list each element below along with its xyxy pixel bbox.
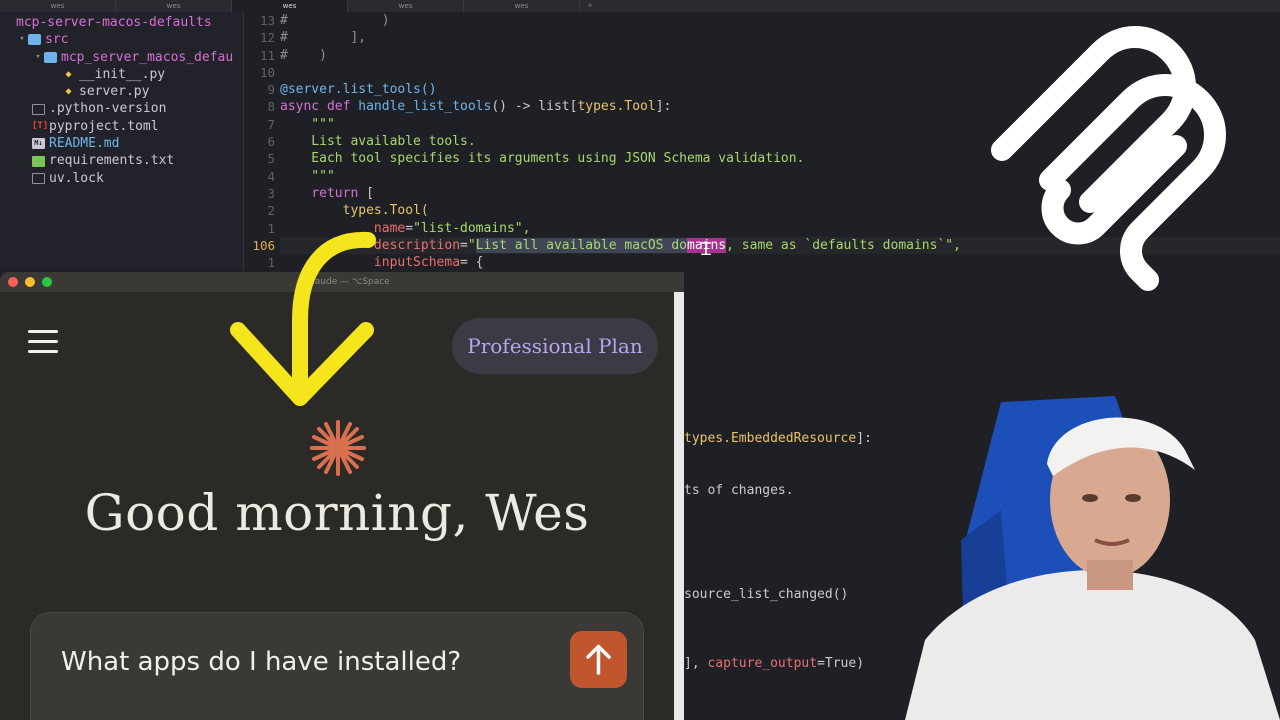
tree-folder-label: src (45, 32, 69, 48)
prompt-input-box[interactable]: What apps do I have installed? (30, 612, 644, 720)
editor-tab[interactable]: wes (0, 0, 116, 12)
tree-file-requirements[interactable]: requirements.txt (0, 152, 243, 169)
minimize-window-button[interactable] (25, 277, 35, 287)
code-line[interactable]: source_list_changed() (684, 586, 848, 603)
lock-file-icon (32, 172, 45, 184)
code-token: async (280, 99, 320, 115)
folder-icon (28, 34, 41, 46)
scrollbar[interactable] (674, 292, 684, 720)
tree-file-init[interactable]: ◆ __init__.py (0, 66, 243, 83)
code-token: "list-domains", (413, 220, 531, 236)
new-tab-icon[interactable]: + (580, 0, 600, 12)
line-number: 8 (267, 99, 275, 115)
tree-file-label: server.py (79, 84, 150, 100)
code-token: capture_output (707, 656, 818, 671)
tree-file-label: README.md (49, 136, 120, 152)
close-window-button[interactable] (8, 277, 18, 287)
line-number: 10 (259, 64, 275, 80)
selected-text[interactable]: List all available macOS do (475, 237, 687, 253)
code-token: () -> list[ (491, 99, 578, 115)
code-token: ], (684, 656, 708, 671)
code-token: types.EmbeddedResource (684, 431, 857, 446)
line-number: 13 (259, 13, 275, 28)
code-token: def (326, 99, 351, 115)
line-number: 3 (267, 185, 275, 201)
code-token: , same as `defaults domains`", (726, 237, 961, 253)
plan-badge[interactable]: Professional Plan (452, 318, 658, 374)
tree-folder-src[interactable]: ▾ src (0, 31, 243, 48)
arrow-up-icon (586, 644, 611, 675)
file-tree: mcp-server-macos-defaults ▾ src ▾ mcp_se… (0, 12, 244, 270)
python-file-icon: ◆ (65, 69, 72, 81)
tree-file-readme[interactable]: M↓ README.md (0, 135, 243, 152)
tree-file-python-version[interactable]: .python-version (0, 100, 243, 117)
tree-root-label: mcp-server-macos-defaults (16, 15, 212, 30)
line-number: 2 (267, 203, 275, 219)
greeting-heading: Good morning, Wes (84, 484, 590, 542)
line-number: 5 (267, 151, 275, 167)
editor-tab-bar: wes wes wes wes wes + (0, 0, 1280, 12)
file-icon (32, 103, 45, 115)
code-token: inputSchema (373, 255, 461, 271)
tree-file-label: .python-version (49, 101, 167, 117)
line-number: 4 (267, 168, 275, 184)
editor-tab[interactable]: wes (348, 0, 464, 12)
code-token: handle_list_tools (358, 99, 492, 115)
line-number: 7 (267, 116, 275, 132)
line-number: 12 (259, 30, 275, 46)
annotation-arrow-icon (230, 231, 376, 406)
code-token: ]: (856, 431, 872, 446)
text-cursor-icon: Ɪ (700, 239, 711, 260)
code-token: name (373, 220, 406, 236)
tree-root[interactable]: mcp-server-macos-defaults (0, 14, 243, 31)
tree-file-uvlock[interactable]: uv.lock (0, 170, 243, 187)
line-number: 6 (267, 134, 275, 150)
editor-tab-active[interactable]: wes (232, 0, 348, 12)
tree-file-server[interactable]: ◆ server.py (0, 83, 243, 100)
tree-file-pyproject[interactable]: [T] pyproject.toml (0, 118, 243, 135)
code-token: return (311, 185, 359, 201)
chevron-down-icon[interactable]: ▾ (16, 31, 28, 48)
tree-file-label: pyproject.toml (49, 118, 159, 134)
python-file-icon: ◆ (65, 86, 72, 98)
code-token: = (460, 237, 468, 253)
tree-folder-label: mcp_server_macos_defau (61, 49, 234, 65)
prompt-input[interactable]: What apps do I have installed? (61, 647, 461, 677)
toml-file-icon: [T] (32, 120, 49, 131)
chevron-down-icon[interactable]: ▾ (32, 49, 44, 66)
tree-folder-package[interactable]: ▾ mcp_server_macos_defau (0, 49, 243, 66)
presenter-webcam (905, 390, 1280, 720)
claude-spark-icon (310, 420, 366, 476)
tree-file-label: uv.lock (49, 170, 104, 186)
code-token: types.Tool (577, 99, 656, 115)
code-token: = { (460, 255, 484, 271)
maximize-window-button[interactable] (42, 277, 52, 287)
menu-icon[interactable] (28, 328, 58, 354)
code-line[interactable]: types.EmbeddedResource]: (684, 430, 872, 447)
mcp-logo-icon (991, 26, 1226, 291)
markdown-file-icon: M↓ (32, 138, 45, 150)
folder-icon (44, 51, 57, 63)
code-line[interactable]: ], capture_output=True) (684, 655, 864, 672)
send-button[interactable] (570, 631, 627, 688)
tree-file-label: requirements.txt (49, 153, 175, 169)
code-line[interactable]: ts of changes. (684, 482, 794, 499)
code-token: description (373, 237, 461, 253)
editor-tab[interactable]: wes (116, 0, 232, 12)
code-token: " (467, 237, 476, 253)
code-token: types.Tool( (342, 203, 429, 219)
tree-file-label: __init__.py (79, 66, 166, 82)
text-file-icon (32, 155, 45, 167)
line-number: 11 (259, 47, 275, 63)
code-token: = (405, 220, 414, 236)
code-token: [ (358, 185, 374, 201)
code-token: =True) (817, 656, 865, 671)
editor-tab[interactable]: wes (464, 0, 580, 12)
code-token: ]: (655, 99, 672, 115)
line-number: 9 (267, 82, 275, 98)
